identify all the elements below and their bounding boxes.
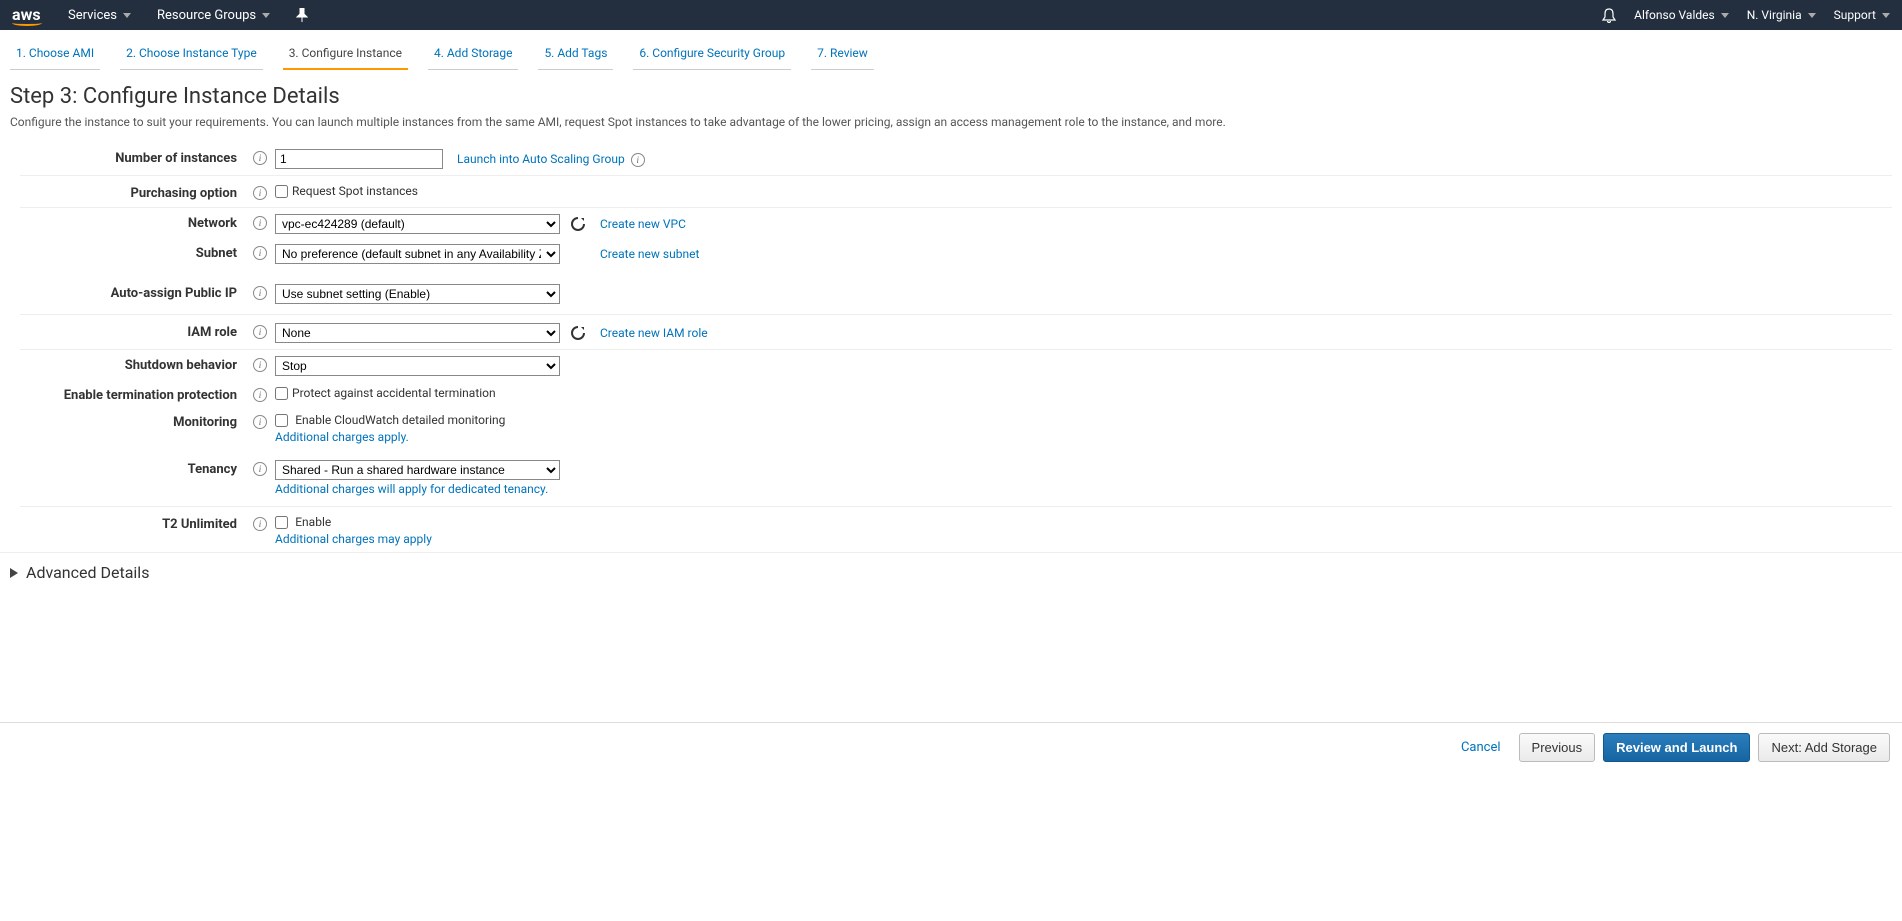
number-of-instances-input[interactable] [275, 149, 443, 169]
row-subnet: Subnet i No preference (default subnet i… [20, 238, 1892, 268]
refresh-icon[interactable] [570, 325, 586, 341]
row-iam-role: IAM role i None Create new IAM role [20, 315, 1892, 350]
page-title: Step 3: Configure Instance Details [0, 70, 1902, 111]
info-icon[interactable]: i [253, 388, 267, 402]
info-icon[interactable]: i [253, 246, 267, 260]
subnet-select[interactable]: No preference (default subnet in any Ava… [275, 244, 560, 264]
label-purchasing-option: Purchasing option [20, 182, 245, 201]
user-label: Alfonso Valdes [1634, 8, 1715, 22]
services-label: Services [68, 8, 117, 23]
info-icon[interactable]: i [253, 216, 267, 230]
create-subnet-link[interactable]: Create new subnet [600, 247, 699, 261]
aws-logo[interactable]: aws [12, 5, 42, 26]
shutdown-behavior-select[interactable]: Stop [275, 356, 560, 376]
footer-buttons: Cancel Previous Review and Launch Next: … [0, 723, 1902, 772]
label-termination-protection: Enable termination protection [20, 384, 245, 403]
create-iam-role-link[interactable]: Create new IAM role [600, 326, 708, 340]
advanced-details-label: Advanced Details [26, 563, 149, 582]
services-menu[interactable]: Services [68, 8, 131, 23]
support-menu[interactable]: Support [1834, 8, 1890, 22]
caret-down-icon [1721, 13, 1729, 18]
cancel-button[interactable]: Cancel [1451, 734, 1511, 761]
iam-role-select[interactable]: None [275, 323, 560, 343]
termination-protection-checkbox[interactable] [275, 387, 288, 400]
network-select[interactable]: vpc-ec424289 (default) [275, 214, 560, 234]
label-number-of-instances: Number of instances [20, 147, 245, 166]
previous-button[interactable]: Previous [1519, 733, 1596, 762]
row-shutdown-behavior: Shutdown behavior i Stop [20, 350, 1892, 380]
label-subnet: Subnet [20, 242, 245, 261]
next-add-storage-button[interactable]: Next: Add Storage [1758, 733, 1890, 762]
info-icon[interactable]: i [253, 186, 267, 200]
resource-groups-menu[interactable]: Resource Groups [157, 8, 270, 23]
logo-text: aws [12, 5, 41, 24]
resource-groups-label: Resource Groups [157, 8, 256, 23]
monitoring-checkbox[interactable] [275, 414, 288, 427]
caret-down-icon [123, 13, 131, 18]
info-icon[interactable]: i [253, 415, 267, 429]
label-iam-role: IAM role [20, 321, 245, 340]
label-auto-assign-public-ip: Auto-assign Public IP [20, 282, 245, 301]
refresh-icon[interactable] [570, 216, 586, 232]
nav-right: Alfonso Valdes N. Virginia Support [1602, 8, 1890, 23]
notifications-icon[interactable] [1602, 8, 1616, 23]
wizard-tabs: 1. Choose AMI 2. Choose Instance Type 3.… [0, 30, 1902, 70]
pin-icon[interactable] [296, 8, 308, 22]
info-icon[interactable]: i [253, 151, 267, 165]
row-network: Network i vpc-ec424289 (default) Create … [20, 208, 1892, 238]
info-icon[interactable]: i [253, 462, 267, 476]
tenancy-charges-link[interactable]: Additional charges will apply for dedica… [275, 482, 560, 496]
caret-down-icon [1882, 13, 1890, 18]
t2-unlimited-checkbox[interactable] [275, 516, 288, 529]
label-t2-unlimited: T2 Unlimited [20, 513, 245, 532]
monitoring-charges-link[interactable]: Additional charges apply. [275, 430, 505, 444]
tab-choose-instance-type[interactable]: 2. Choose Instance Type [120, 38, 263, 70]
t2-charges-link[interactable]: Additional charges may apply [275, 532, 432, 546]
form-section: Number of instances i Launch into Auto S… [20, 141, 1892, 552]
info-icon[interactable]: i [253, 517, 267, 531]
info-icon[interactable]: i [631, 153, 645, 167]
tab-configure-security-group[interactable]: 6. Configure Security Group [633, 38, 791, 70]
request-spot-checkbox[interactable] [275, 185, 288, 198]
monitoring-label: Enable CloudWatch detailed monitoring [295, 413, 505, 427]
review-and-launch-button[interactable]: Review and Launch [1603, 733, 1750, 762]
top-nav: aws Services Resource Groups Alfonso Val… [0, 0, 1902, 30]
info-icon[interactable]: i [253, 358, 267, 372]
region-label: N. Virginia [1747, 8, 1802, 22]
termination-protection-label: Protect against accidental termination [292, 386, 496, 400]
create-vpc-link[interactable]: Create new VPC [600, 217, 686, 231]
info-icon[interactable]: i [253, 286, 267, 300]
label-monitoring: Monitoring [20, 411, 245, 430]
support-label: Support [1834, 8, 1876, 22]
label-network: Network [20, 212, 245, 231]
tab-review[interactable]: 7. Review [811, 38, 874, 70]
row-purchasing-option: Purchasing option i Request Spot instanc… [20, 176, 1892, 208]
label-shutdown-behavior: Shutdown behavior [20, 354, 245, 373]
row-auto-assign-public-ip: Auto-assign Public IP i Use subnet setti… [20, 268, 1892, 308]
label-tenancy: Tenancy [20, 458, 245, 477]
caret-down-icon [1808, 13, 1816, 18]
page-subtitle: Configure the instance to suit your requ… [0, 111, 1902, 141]
info-icon[interactable]: i [253, 325, 267, 339]
advanced-details-toggle[interactable]: Advanced Details [0, 552, 1902, 592]
tab-choose-ami[interactable]: 1. Choose AMI [10, 38, 100, 70]
caret-down-icon [262, 13, 270, 18]
public-ip-select[interactable]: Use subnet setting (Enable) [275, 284, 560, 304]
request-spot-label: Request Spot instances [292, 184, 418, 198]
tenancy-select[interactable]: Shared - Run a shared hardware instance [275, 460, 560, 480]
row-number-of-instances: Number of instances i Launch into Auto S… [20, 141, 1892, 176]
t2-unlimited-label: Enable [295, 515, 331, 529]
row-monitoring: Monitoring i Enable CloudWatch detailed … [20, 407, 1892, 448]
launch-asg-link[interactable]: Launch into Auto Scaling Group [457, 152, 625, 166]
row-termination-protection: Enable termination protection i Protect … [20, 380, 1892, 407]
tab-add-storage[interactable]: 4. Add Storage [428, 38, 518, 70]
row-tenancy: Tenancy i Shared - Run a shared hardware… [20, 448, 1892, 500]
user-menu[interactable]: Alfonso Valdes [1634, 8, 1729, 22]
row-t2-unlimited: T2 Unlimited i Enable Additional charges… [20, 507, 1892, 552]
region-menu[interactable]: N. Virginia [1747, 8, 1816, 22]
tab-add-tags[interactable]: 5. Add Tags [538, 38, 613, 70]
triangle-right-icon [10, 568, 18, 578]
tab-configure-instance[interactable]: 3. Configure Instance [283, 38, 408, 70]
